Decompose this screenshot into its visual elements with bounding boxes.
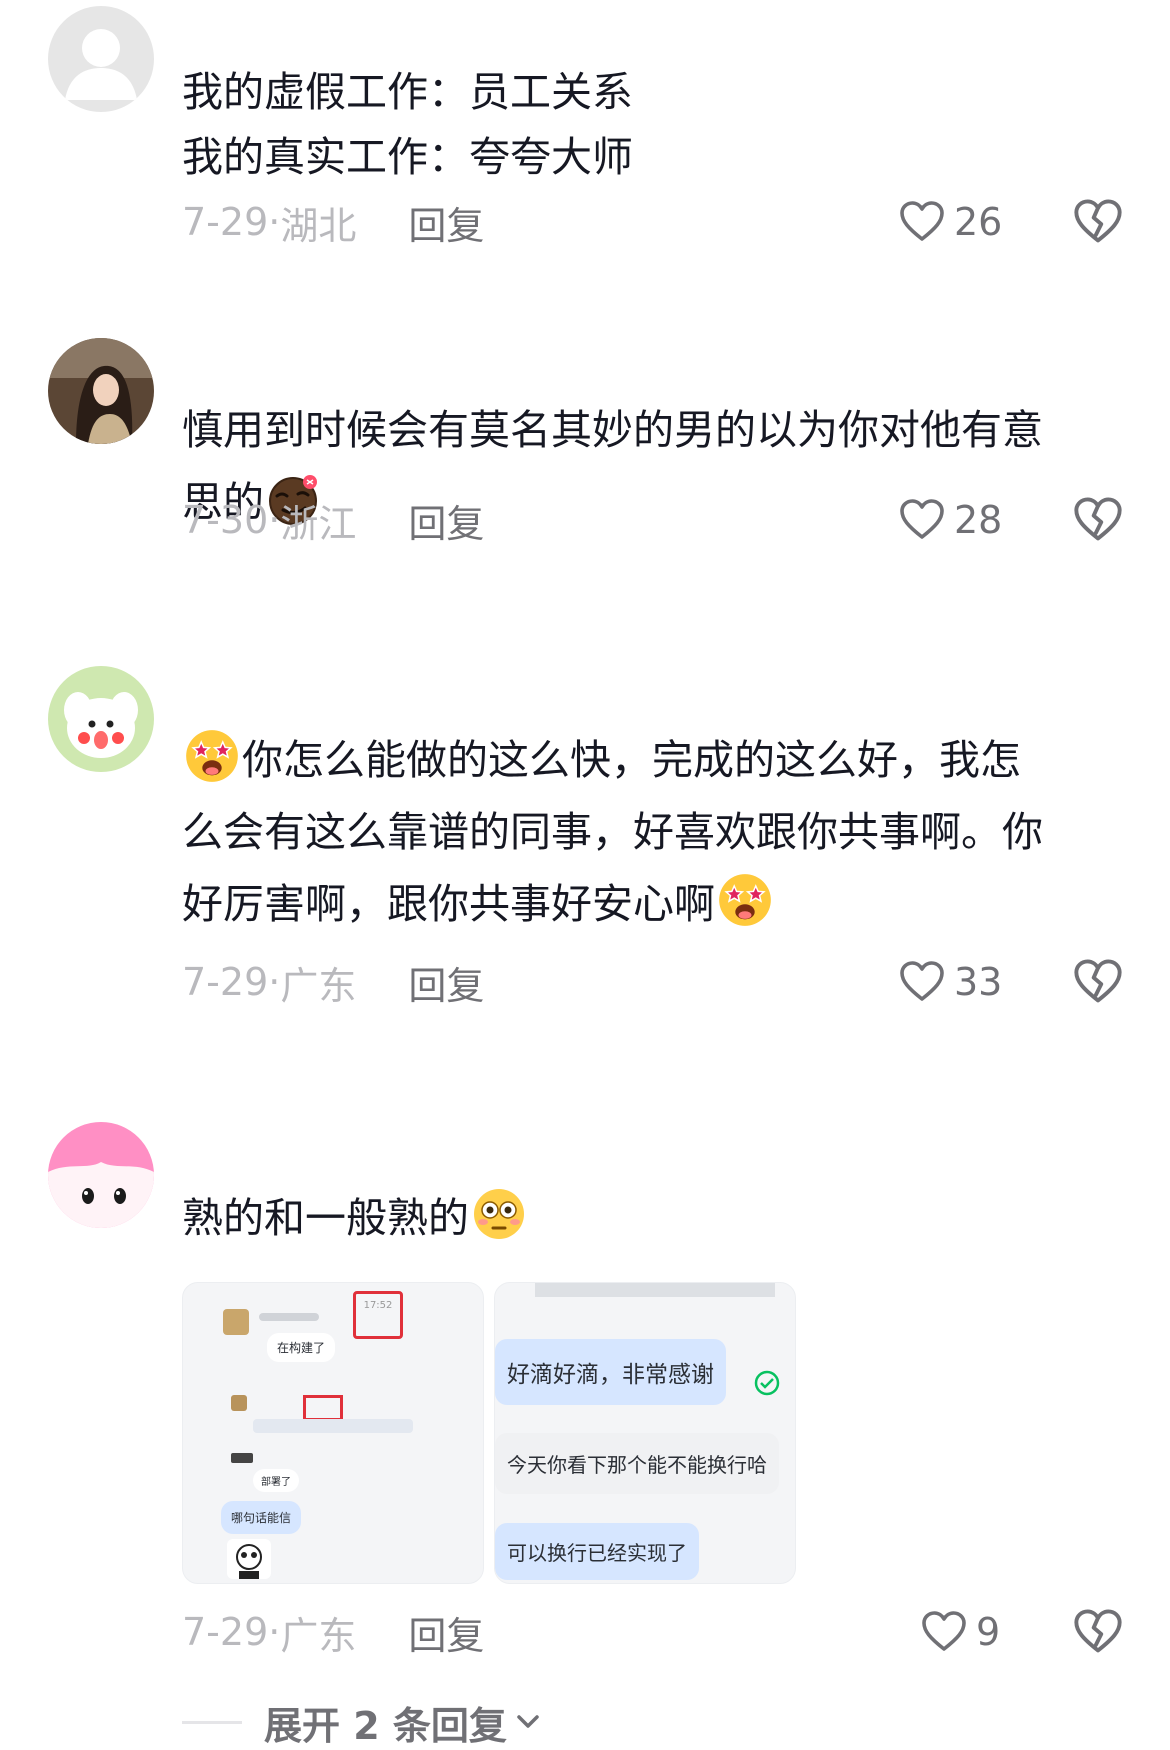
meme-sticker — [227, 1539, 271, 1579]
expand-replies-label: 展开 2 条回复 — [264, 1703, 507, 1748]
like-count: 9 — [976, 1610, 1001, 1654]
message-time: 17:52 — [353, 1291, 403, 1339]
chat-bubble: 好滴好滴，非常感谢 — [495, 1339, 726, 1405]
broken-heart-icon[interactable] — [1072, 956, 1124, 1008]
comment-text: 你怎么能做的这么快，完成的这么好，我怎 么会有这么靠谱的同事，好喜欢跟你共事啊。… — [182, 724, 1122, 940]
avatar — [223, 1309, 249, 1335]
expand-replies-button[interactable]: 展开 2 条回复 — [182, 1702, 543, 1748]
comment-line: 慎用到时候会有莫名其妙的男的以为你对他有意 — [182, 406, 1043, 454]
comment-line: 熟的和一般熟的 — [182, 1194, 469, 1242]
attached-image-1[interactable]: 17:52 在构建了 部署了 哪句话能信 — [182, 1282, 484, 1584]
reply-button[interactable]: 回复 — [408, 493, 484, 548]
comment-line: 好厉害啊，跟你共事好安心啊 — [182, 880, 715, 928]
reply-button[interactable]: 回复 — [408, 955, 484, 1010]
like-count: 33 — [954, 960, 1003, 1004]
chevron-down-icon — [517, 1715, 539, 1728]
broken-heart-icon[interactable] — [1072, 196, 1124, 248]
like-button[interactable]: 33 — [898, 956, 1002, 1008]
check-icon — [754, 1370, 780, 1396]
comment-location: 浙江 — [280, 501, 357, 546]
reply-button[interactable]: 回复 — [408, 1605, 484, 1660]
comment-date: 7-29 — [182, 200, 269, 244]
heart-icon — [898, 958, 946, 1006]
starstruck-emoji-icon — [184, 728, 240, 784]
user-avatar[interactable] — [48, 6, 154, 112]
like-count: 26 — [954, 200, 1003, 244]
attached-image-2[interactable]: 好滴好滴，非常感谢 今天你看下那个能不能换行哈 可以换行已经实现了 — [494, 1282, 796, 1584]
comment-text: 熟的和一般熟的 — [182, 1182, 1122, 1254]
broken-heart-icon[interactable] — [1072, 1606, 1124, 1658]
comment-date: 7-29 — [182, 960, 269, 1004]
comment-meta: 7-29 · 广东 回复 — [182, 1606, 484, 1658]
like-button[interactable]: 28 — [898, 494, 1002, 546]
heart-icon — [898, 198, 946, 246]
comment-date: 7-30 — [182, 498, 269, 542]
chat-bubble: 今天你看下那个能不能换行哈 — [495, 1433, 779, 1494]
chat-bubble: 部署了 — [253, 1469, 299, 1492]
comment-meta: 7-29 · 广东 回复 — [182, 956, 484, 1008]
divider — [182, 1720, 242, 1724]
comment-line: 我的真实工作：夸夸大师 — [182, 133, 633, 181]
comment-location: 广东 — [280, 1613, 357, 1658]
reply-button[interactable]: 回复 — [408, 195, 484, 250]
comment-location: 广东 — [280, 963, 357, 1008]
heart-icon — [898, 496, 946, 544]
chat-bubble: 哪句话能信 — [221, 1501, 302, 1534]
chat-bubble: 在构建了 — [267, 1333, 336, 1362]
user-avatar[interactable] — [48, 666, 154, 772]
comment-text: 我的虚假工作：员工关系 我的真实工作：夸夸大师 — [182, 60, 1122, 190]
comment-location: 湖北 — [280, 203, 357, 248]
comment-meta: 7-29 · 湖北 回复 — [182, 196, 484, 248]
starstruck-emoji-icon — [717, 872, 773, 928]
comment-date: 7-29 — [182, 1610, 269, 1654]
broken-heart-icon[interactable] — [1072, 494, 1124, 546]
chat-bubble: 可以换行已经实现了 — [495, 1523, 699, 1580]
like-button[interactable]: 26 — [898, 196, 1002, 248]
like-button[interactable]: 9 — [920, 1606, 1000, 1658]
user-avatar[interactable] — [48, 338, 154, 444]
user-avatar[interactable] — [48, 1122, 154, 1228]
like-count: 28 — [954, 498, 1003, 542]
comment-line: 我的虚假工作：员工关系 — [182, 68, 633, 116]
comment-meta: 7-30 · 浙江 回复 — [182, 494, 484, 546]
heart-icon — [920, 1608, 968, 1656]
flushed-emoji-icon — [474, 1189, 524, 1239]
comment-line: 你怎么能做的这么快，完成的这么好，我怎 — [242, 736, 1021, 784]
comment-line: 么会有这么靠谱的同事，好喜欢跟你共事啊。你 — [182, 808, 1043, 856]
